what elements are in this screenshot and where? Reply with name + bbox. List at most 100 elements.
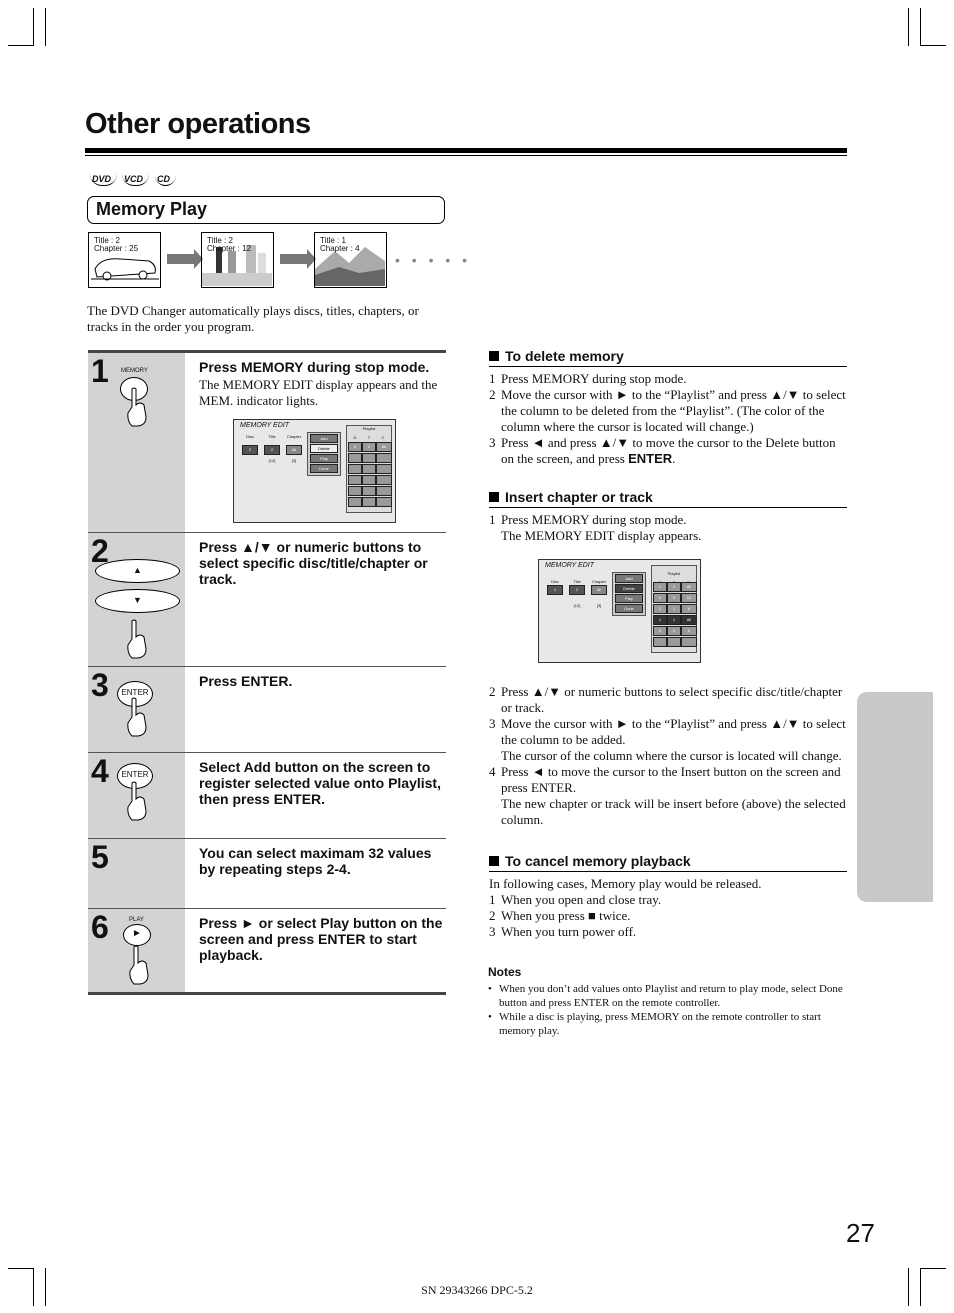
playlist-cell (376, 497, 392, 507)
screen-button-play: Play (615, 594, 643, 603)
item-number: 1 (489, 371, 496, 386)
item-text: Press MEMORY during stop mode. (501, 371, 687, 386)
field-value: All (286, 445, 302, 455)
item-text: Move the cursor with ► to the “Playlist”… (501, 716, 846, 747)
arrow-right-icon (280, 249, 316, 269)
enter-label: ENTER (121, 688, 149, 697)
playlist-label: Playlist (362, 426, 376, 431)
item-text-2: The new chapter or track will be insert … (501, 796, 846, 827)
item-number: 2 (489, 684, 496, 699)
item-text-end: . (672, 451, 676, 466)
playlist-cell: 2 (362, 442, 376, 452)
playlist-cell: 1 (653, 615, 667, 625)
field-label: Chapter (286, 434, 302, 439)
chapter-count: [3] (291, 458, 297, 463)
down-button-icon: ▼ (95, 589, 180, 613)
playlist-cell (362, 497, 376, 507)
playlist-cell: 5 (653, 626, 667, 636)
enter-label: ENTER (121, 770, 149, 779)
cd-icon: CD (155, 174, 176, 186)
square-bullet-icon (489, 856, 499, 866)
step-heading: Press ► or select Play button on the scr… (199, 915, 443, 963)
pointing-hand-icon (127, 619, 147, 659)
crop-mark (908, 8, 909, 46)
playlist-col-header: T (367, 435, 371, 440)
pointing-hand-icon (127, 697, 147, 737)
play-button-label: PLAY (129, 917, 144, 923)
heading-text: To cancel memory playback (505, 853, 691, 869)
notes-heading: Notes (488, 965, 522, 979)
playlist-cell (362, 475, 376, 485)
item-number: 2 (489, 908, 496, 923)
pointing-hand-icon (127, 387, 147, 427)
screen-button-add: Add (615, 574, 643, 583)
playlist-cell (348, 464, 362, 474)
ellipsis: • • • • • (395, 252, 472, 268)
list-item: 1 Press MEMORY during stop mode. (489, 371, 847, 387)
page-title: Other operations (85, 108, 311, 140)
note-item: • While a disc is playing, press MEMORY o… (488, 1010, 848, 1038)
field-value: 2 (264, 445, 280, 455)
item-number: 3 (489, 435, 496, 450)
list-item: 2 Move the cursor with ► to the “Playlist… (489, 387, 847, 435)
playlist-cell: 2 (667, 582, 681, 592)
insert-section: Insert chapter or track 1 Press MEMORY du… (489, 489, 847, 828)
step-number: 4 (91, 753, 109, 789)
playlist-cell (348, 486, 362, 496)
section-heading: To delete memory (489, 348, 847, 367)
title-rule-thin (85, 155, 847, 156)
enter-keyword: ENTER (628, 451, 673, 466)
item-text-2: The cursor of the column where the curso… (501, 748, 842, 763)
title-rule (85, 148, 847, 153)
arrow-right-icon (167, 249, 203, 269)
list-item: 3 Move the cursor with ► to the “Playlist… (489, 716, 847, 764)
step-heading: You can select maximam 32 values by repe… (199, 845, 432, 877)
field-value: 2 (569, 585, 585, 595)
page-number: 27 (846, 1218, 875, 1248)
field-value: 1 (547, 585, 563, 595)
playlist-cell (376, 475, 392, 485)
list-item: 4 Press ◄ to move the cursor to the Inser… (489, 764, 847, 828)
screen-button-delete: Delete (310, 444, 338, 453)
playlist-cell (362, 486, 376, 496)
item-text: When you open and close tray. (501, 892, 662, 907)
item-number: 2 (489, 387, 496, 402)
thumb-chapter: Chapter : 4 (320, 244, 360, 253)
list-item: 3 When you turn power off. (489, 924, 847, 940)
cancel-list: In following cases, Memory play would be… (489, 876, 847, 940)
thumbnail-mountain: Title : 1 Chapter : 4 (314, 232, 387, 288)
title-count: [12] (268, 458, 276, 463)
up-button-icon: ▲ (95, 559, 180, 583)
field-label: Disc (246, 434, 254, 439)
dvd-icon: DVD (90, 174, 118, 186)
step-heading: Press ENTER. (199, 673, 293, 689)
chapter-count: [3] (596, 603, 602, 608)
item-text: Press ◄ to move the cursor to the Insert… (501, 764, 841, 795)
playlist-cell: 1 (667, 604, 681, 614)
side-tab (857, 692, 933, 902)
heading-text: To delete memory (505, 348, 624, 364)
screen-button-done: Done (310, 464, 338, 473)
list-item: 1 Press MEMORY during stop mode. The MEMOR… (489, 512, 847, 544)
step-5: 5 You can select maximam 32 values by re… (88, 839, 446, 909)
item-text-2: The MEMORY EDIT display appears. (501, 528, 702, 543)
playlist-cell (376, 464, 392, 474)
play-glyph-icon: ► (132, 928, 142, 939)
insert-steps: 1 Press MEMORY during stop mode. The MEMOR… (489, 512, 847, 828)
field-value: All (591, 585, 607, 595)
playlist-col-header: C (381, 435, 385, 440)
playlist-cell: 12 (681, 593, 697, 603)
thumbnail-city: Title : 2 Chapter : 12 (201, 232, 274, 288)
step-number: 1 (91, 353, 109, 389)
car-illustration (91, 258, 159, 281)
screen-title: MEMORY EDIT (240, 422, 290, 429)
crop-mark (45, 8, 46, 46)
playlist-cell (667, 637, 681, 647)
section-title: Memory Play (87, 196, 445, 224)
cancel-section: To cancel memory playback In following c… (489, 853, 847, 940)
memory-edit-screen: MEMORY EDIT Disc 2 Title 2 Chapter All [12] [3] A… (233, 419, 396, 523)
steps-panel: 1 MEMORY Press MEMORY during stop mode. … (88, 350, 446, 995)
memory-button-label: MEMORY (121, 368, 148, 374)
item-text: Press ▲/▼ or numeric buttons to select s… (501, 684, 843, 715)
playlist-cell: 2 (348, 442, 362, 452)
